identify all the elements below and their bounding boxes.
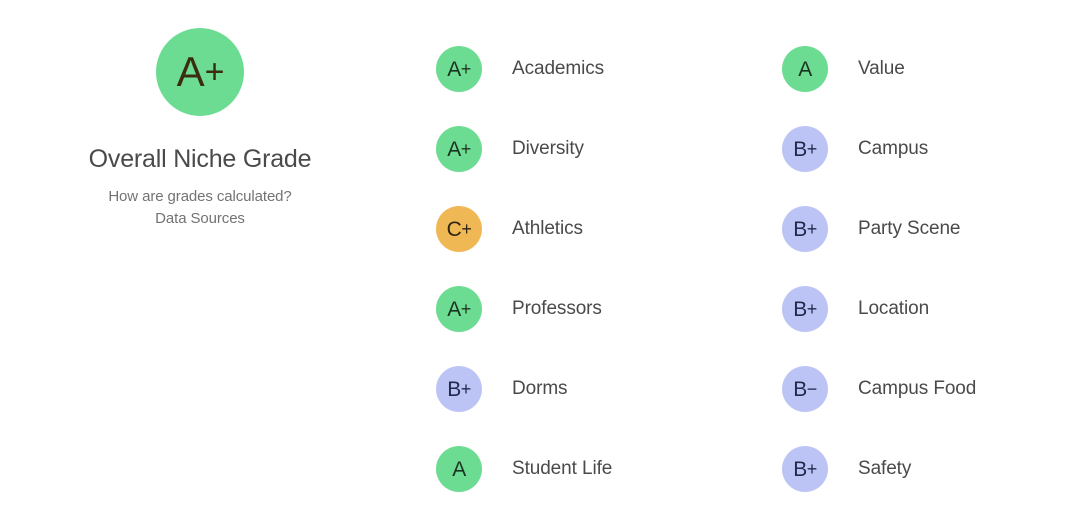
grade-row-student-life[interactable]: A Student Life	[436, 446, 782, 492]
grade-label-value: Value	[858, 58, 905, 79]
grade-label-professors: Professors	[512, 298, 602, 319]
grade-badge-diversity: A +	[436, 126, 482, 172]
grade-label-academics: Academics	[512, 58, 605, 79]
grade-letter: B	[447, 377, 461, 401]
grade-modifier: +	[460, 59, 472, 79]
grade-row-safety[interactable]: B + Safety	[782, 446, 1056, 492]
grade-modifier: +	[460, 139, 472, 159]
grade-label-safety: Safety	[858, 458, 912, 479]
grade-badge-party-scene: B +	[782, 206, 828, 252]
data-sources-link[interactable]: Data Sources	[0, 208, 400, 230]
grade-modifier: +	[461, 219, 472, 239]
grade-letter: A	[798, 57, 812, 81]
how-are-grades-calculated-link[interactable]: How are grades calculated?	[0, 186, 400, 208]
grade-letter: B	[793, 137, 807, 161]
grade-letter: B	[793, 297, 807, 321]
grade-row-diversity[interactable]: A + Diversity	[436, 126, 782, 172]
niche-report-card: A + Overall Niche Grade How are grades ca…	[0, 0, 1080, 520]
grade-label-campus-food: Campus Food	[858, 378, 977, 399]
grade-modifier: +	[806, 139, 818, 159]
grade-row-campus-food[interactable]: B − Campus Food	[782, 366, 1056, 412]
grade-badge-campus-food: B −	[782, 366, 828, 412]
overall-grade-modifier: +	[204, 53, 225, 91]
overall-grade-badge: A +	[156, 28, 244, 116]
grade-modifier: +	[806, 299, 818, 319]
grade-letter: A	[452, 457, 466, 481]
grade-row-party-scene[interactable]: B + Party Scene	[782, 206, 1056, 252]
grade-modifier: −	[806, 379, 818, 399]
grade-label-campus: Campus	[858, 138, 929, 159]
grade-row-dorms[interactable]: B + Dorms	[436, 366, 782, 412]
grades-column-right: A Value B + Campus B + Party Scene B + Loca…	[782, 46, 1056, 492]
grade-letter: A	[447, 297, 461, 321]
grade-letter: A	[447, 137, 461, 161]
overall-grade-title: Overall Niche Grade	[88, 145, 312, 173]
grade-label-student-life: Student Life	[512, 458, 613, 479]
overall-grade-links: How are grades calculated? Data Sources	[0, 186, 400, 230]
overall-grade-letter: A	[176, 48, 205, 95]
overall-grade-panel: A + Overall Niche Grade How are grades ca…	[0, 0, 400, 520]
grade-badge-dorms: B +	[436, 366, 482, 412]
grade-label-athletics: Athletics	[512, 218, 583, 239]
grade-label-diversity: Diversity	[512, 138, 584, 159]
grade-modifier: +	[806, 459, 818, 479]
grade-modifier: +	[806, 219, 818, 239]
grade-badge-location: B +	[782, 286, 828, 332]
grade-badge-professors: A +	[436, 286, 482, 332]
grade-badge-campus: B +	[782, 126, 828, 172]
grade-row-professors[interactable]: A + Professors	[436, 286, 782, 332]
grade-row-value[interactable]: A Value	[782, 46, 1056, 92]
grade-columns: A + Academics A + Diversity C + Athletics A…	[436, 46, 1056, 492]
grade-badge-safety: B +	[782, 446, 828, 492]
grade-letter: C	[446, 217, 462, 241]
grade-modifier: +	[460, 379, 472, 399]
grade-badge-value: A	[782, 46, 828, 92]
grade-modifier: +	[460, 299, 472, 319]
grade-badge-athletics: C +	[436, 206, 482, 252]
grade-label-party-scene: Party Scene	[858, 218, 961, 239]
grade-label-location: Location	[858, 298, 930, 319]
grade-badge-student-life: A	[436, 446, 482, 492]
grade-row-location[interactable]: B + Location	[782, 286, 1056, 332]
grade-label-dorms: Dorms	[512, 378, 568, 399]
grade-row-academics[interactable]: A + Academics	[436, 46, 782, 92]
grades-column-left: A + Academics A + Diversity C + Athletics A…	[436, 46, 782, 492]
grade-letter: B	[793, 377, 807, 401]
grade-row-campus[interactable]: B + Campus	[782, 126, 1056, 172]
grade-badge-academics: A +	[436, 46, 482, 92]
grade-letter: A	[447, 57, 461, 81]
grade-letter: B	[793, 457, 807, 481]
grade-row-athletics[interactable]: C + Athletics	[436, 206, 782, 252]
grade-letter: B	[793, 217, 807, 241]
